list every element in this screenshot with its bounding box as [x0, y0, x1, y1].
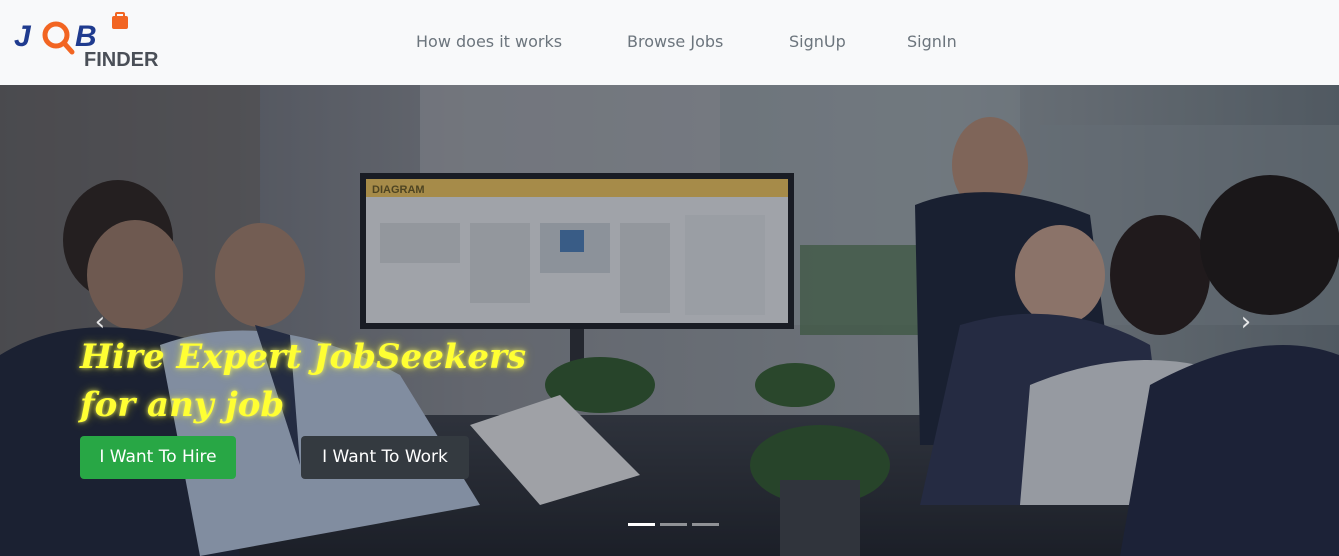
work-button[interactable]: I Want To Work — [301, 436, 469, 479]
hire-button[interactable]: I Want To Hire — [80, 436, 236, 479]
carousel-indicator[interactable] — [660, 523, 687, 526]
hero-headline-line1: Hire Expert JobSeekers — [80, 337, 527, 377]
nav-signup[interactable]: SignUp — [789, 32, 846, 51]
carousel-indicator[interactable] — [628, 523, 655, 526]
nav-browse-jobs[interactable]: Browse Jobs — [627, 32, 723, 51]
navbar: J B FINDER How does it works Browse Jobs… — [0, 0, 1339, 85]
hero-carousel: DIAGRAM ‹ › Hire Expert JobSeekers for a… — [0, 85, 1339, 556]
carousel-indicator[interactable] — [692, 523, 719, 526]
nav-signin[interactable]: SignIn — [907, 32, 957, 51]
nav-links: How does it works Browse Jobs SignUp Sig… — [0, 0, 1339, 85]
hero-headline-line2: for any job — [80, 385, 285, 425]
carousel-indicators — [628, 523, 723, 527]
hero-overlay — [0, 85, 1339, 556]
hero-caption: Hire Expert JobSeekers for any job — [80, 333, 640, 429]
nav-how-it-works[interactable]: How does it works — [416, 32, 562, 51]
chevron-right-icon[interactable]: › — [1231, 307, 1261, 337]
